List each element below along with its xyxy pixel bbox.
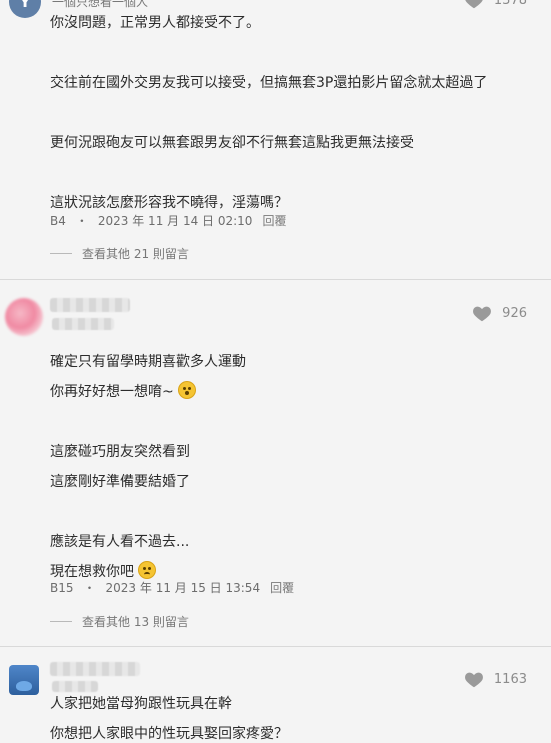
more-replies-label: 查看其他 21 則留言 [82, 247, 189, 261]
divider-dash [50, 253, 72, 254]
like-count: 1163 [493, 671, 527, 687]
avatar[interactable] [9, 665, 39, 695]
heart-icon [473, 306, 492, 322]
comment-text: 你沒問題，正常男人都接受不了。 交往前在國外交男友我可以接受，但搞無套3P還拍影… [50, 15, 488, 211]
view-more-replies[interactable]: 查看其他 13 則留言 [50, 613, 189, 630]
floor-number: B15 [50, 580, 74, 595]
comment-thread: Y 一個只想看一個人 1378 你沒問題，正常男人都接受不了。 交往前在國外交男… [0, 0, 551, 743]
comment-text: 確定只有留學時期喜歡多人運動 你再好好想一想唷~ 這麼碰巧朋友突然看到 這麼剛好… [50, 354, 246, 580]
comment-meta: B4 ・ 2023 年 11 月 14 日 02:10 回覆 [50, 212, 286, 229]
like-count: 926 [502, 305, 527, 321]
avatar[interactable] [5, 298, 43, 336]
heart-icon [464, 672, 483, 688]
comment-item: 926 確定只有留學時期喜歡多人運動 你再好好想一想唷~ 這麼碰巧朋友突然看到 … [0, 280, 551, 646]
like-button[interactable]: 1163 [464, 670, 527, 688]
reply-link[interactable]: 回覆 [262, 212, 286, 229]
like-count: 1378 [493, 0, 527, 8]
comment-item: 1163 人家把她當母狗跟性玩具在幹 你想把人家眼中的性玩具娶回家疼愛？ [0, 647, 551, 743]
author-name-blurred[interactable] [50, 662, 140, 676]
reply-link[interactable]: 回覆 [270, 579, 294, 596]
more-replies-label: 查看其他 13 則留言 [82, 615, 189, 629]
comment-text: 人家把她當母狗跟性玩具在幹 你想把人家眼中的性玩具娶回家疼愛？ [50, 696, 288, 742]
comment-date: 2023 年 11 月 15 日 13:54 [105, 581, 261, 595]
floor-number: B4 [50, 213, 66, 228]
comment-meta: B15 ・ 2023 年 11 月 15 日 13:54 回覆 [50, 579, 294, 596]
author-meta-blurred [52, 318, 114, 330]
view-more-replies[interactable]: 查看其他 21 則留言 [50, 245, 189, 262]
divider-dash [50, 621, 72, 622]
comment-date: 2023 年 11 月 14 日 02:10 [97, 214, 253, 228]
meta-separator: ・ [75, 214, 88, 228]
upside-down-face-emoji [138, 561, 157, 579]
avatar[interactable]: Y [9, 0, 41, 18]
like-button[interactable]: 926 [472, 304, 527, 322]
author-name-blurred[interactable] [50, 298, 130, 312]
shocked-face-emoji [178, 381, 197, 399]
comment-item: Y 一個只想看一個人 1378 你沒問題，正常男人都接受不了。 交往前在國外交男… [0, 0, 551, 279]
meta-separator: ・ [83, 581, 96, 595]
